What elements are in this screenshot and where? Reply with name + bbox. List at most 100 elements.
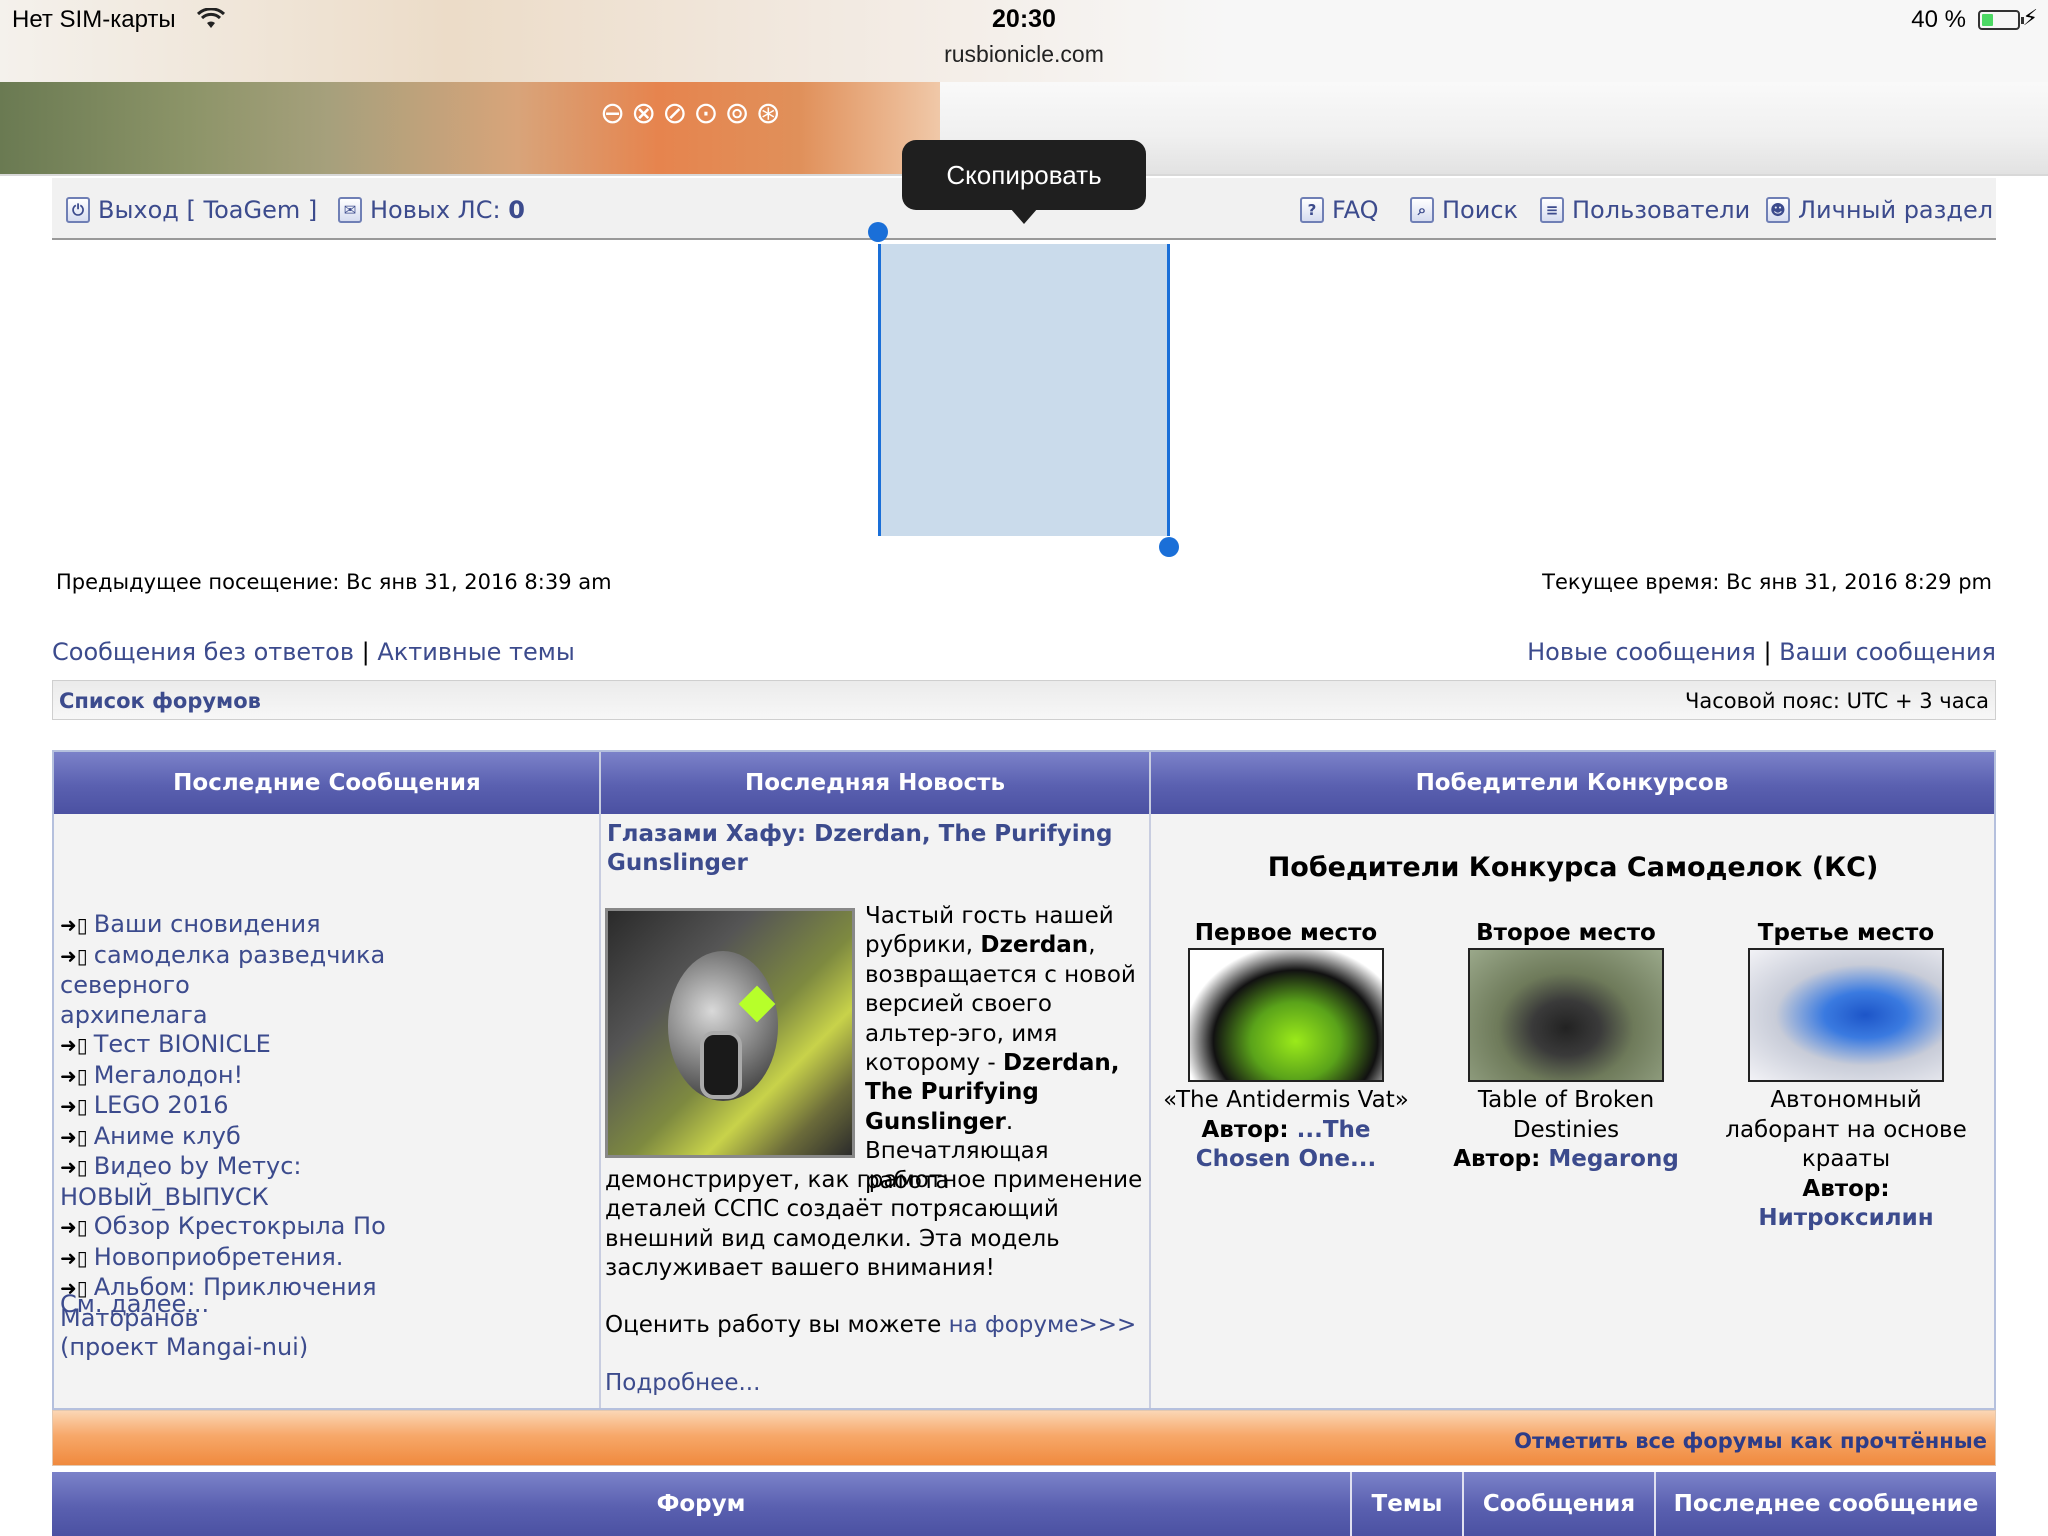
new-pm-count: 0 <box>508 196 525 224</box>
news-title-link[interactable]: Глазами Хафу: Dzerdan, The Purifying Gun… <box>607 820 1137 878</box>
list-item[interactable]: ➜▯ Обзор Крестокрыла По <box>60 1212 510 1243</box>
list-item-continued[interactable]: архипелага <box>60 1001 510 1031</box>
mark-all-read-link[interactable]: Отметить все форумы как прочтённые <box>1514 1429 1987 1453</box>
current-time-text: Текущее время: Вс янв 31, 2016 8:29 pm <box>1542 570 1992 594</box>
ucp-link[interactable]: ☻ Личный раздел <box>1766 196 1993 224</box>
place-author: Автор: ...The Chosen One... <box>1195 1116 1377 1173</box>
new-posts-link[interactable]: Новые сообщения <box>1527 638 1756 666</box>
place-label: Первое место <box>1194 920 1378 946</box>
separator: | <box>361 638 370 666</box>
forum-column-header: Форум <box>52 1472 1352 1536</box>
post-arrow-icon: ➜▯ <box>60 1063 88 1088</box>
unanswered-posts-link[interactable]: Сообщения без ответов <box>52 638 354 666</box>
place-label: Третье место <box>1757 920 1935 946</box>
logout-label: Выход [ ToaGem ] <box>98 196 318 224</box>
posts-column-header: Сообщения <box>1464 1472 1656 1536</box>
search-icon: ⌕ <box>1410 197 1434 223</box>
winners-column: Победители Конкурса Самоделок (КС) Перво… <box>1151 814 1994 1408</box>
post-arrow-icon: ➜▯ <box>60 913 88 937</box>
private-messages-link[interactable]: ✉ Новых ЛС: 0 <box>338 196 525 224</box>
search-links-right: Новые сообщения | Ваши сообщения <box>1527 638 1996 666</box>
tooltip-arrow <box>1010 208 1038 224</box>
search-link[interactable]: ⌕ Поиск <box>1410 196 1518 224</box>
last-post-column-header: Последнее сообщение <box>1656 1472 1996 1536</box>
list-item[interactable]: ➜▯ Ваши сновидения <box>60 910 510 941</box>
read-more-link[interactable]: Подробнее... <box>605 1370 760 1396</box>
recent-posts-column: ➜▯ Ваши сновидения ➜▯ самоделка разведчика… <box>54 814 599 1408</box>
active-topics-link[interactable]: Активные темы <box>377 638 574 666</box>
post-arrow-icon: ➜▯ <box>60 1155 88 1179</box>
ucp-label: Личный раздел <box>1798 196 1994 224</box>
charging-bolt-icon: ⚡ <box>2022 6 2038 31</box>
breadcrumb: Список форумов Часовой пояс: UTC + 3 час… <box>52 680 1996 720</box>
list-item[interactable]: ➜▯ Мегалодон! <box>60 1061 510 1092</box>
forum-index-link[interactable]: Список форумов <box>59 689 261 713</box>
question-icon: ? <box>1300 197 1324 223</box>
second-place-card: Второе место Table of Broken Destinies А… <box>1431 920 1701 1175</box>
third-place-image[interactable] <box>1748 948 1944 1082</box>
list-item[interactable]: ➜▯ Аниме клуб <box>60 1122 510 1153</box>
author-link[interactable]: Megarong <box>1548 1146 1678 1172</box>
text-selection-highlight <box>878 244 1170 536</box>
second-place-image[interactable] <box>1468 948 1664 1082</box>
third-place-card: Третье место Автономный лаборант на осно… <box>1711 920 1981 1234</box>
forum-table-header: Форум Темы Сообщения Последнее сообщение <box>52 1472 1996 1536</box>
post-arrow-icon: ➜▯ <box>60 1215 88 1239</box>
user-icon: ☻ <box>1766 197 1790 223</box>
place-author: Автор: Нитроксилин <box>1758 1175 1934 1232</box>
contest-winners-header: Победители Конкурсов <box>1150 752 1994 814</box>
logout-link[interactable]: ⏻ Выход [ ToaGem ] <box>66 196 317 224</box>
post-arrow-icon: ➜▯ <box>60 943 88 968</box>
news-rate-line: Оценить работу вы можете на форуме>>> <box>605 1312 1137 1338</box>
banner-logo-glyphs-icon: ⊖⊗⊘⊙⊚⊛ <box>600 96 787 131</box>
first-place-image[interactable] <box>1188 948 1384 1082</box>
your-posts-link[interactable]: Ваши сообщения <box>1779 638 1996 666</box>
clock: 20:30 <box>992 5 1056 33</box>
winners-title: Победители Конкурса Самоделок (КС) <box>1267 852 1879 883</box>
search-label: Поиск <box>1442 196 1519 224</box>
selection-start-handle[interactable] <box>868 222 888 242</box>
list-item[interactable]: ➜▯ Видео by Метус: НОВЫЙ_ВЫПУСК <box>60 1152 510 1212</box>
place-label: Второе место <box>1476 920 1656 946</box>
place-author: Автор: Megarong <box>1453 1146 1679 1172</box>
latest-news-header: Последняя Новость <box>600 752 1150 814</box>
address-bar[interactable]: rusbionicle.com <box>0 41 2048 68</box>
members-link[interactable]: ≡ Пользователи <box>1540 196 1750 224</box>
recent-posts-header: Последние Сообщения <box>54 752 600 814</box>
post-arrow-icon: ➜▯ <box>60 1033 88 1057</box>
copy-menu-button[interactable]: Скопировать <box>902 140 1146 210</box>
search-links-left: Сообщения без ответов | Активные темы <box>52 638 575 666</box>
new-pm-label: Новых ЛС: <box>370 196 501 224</box>
author-link[interactable]: Нитроксилин <box>1758 1205 1933 1231</box>
banner-image <box>0 78 940 174</box>
list-item[interactable]: ➜▯ Новоприобретения. <box>60 1243 510 1274</box>
logout-icon: ⏻ <box>66 197 90 223</box>
separator: | <box>1763 638 1772 666</box>
place-caption: «The Antidermis Vat» <box>1163 1087 1409 1113</box>
news-column: Глазами Хафу: Dzerdan, The Purifying Gun… <box>601 814 1149 1408</box>
place-caption: Table of Broken Destinies <box>1477 1087 1655 1143</box>
post-arrow-icon: ➜▯ <box>60 1245 88 1270</box>
members-label: Пользователи <box>1572 196 1751 224</box>
selection-end-handle[interactable] <box>1159 537 1179 557</box>
list-item[interactable]: ➜▯ Тест BIONICLE <box>60 1030 510 1061</box>
faq-label: FAQ <box>1332 196 1379 224</box>
portal-table: Последние Сообщения Последняя Новость По… <box>52 750 1996 1410</box>
see-more-link[interactable]: См. далее... <box>60 1290 209 1318</box>
ios-status-bar: Нет SIM-карты 20:30 rusbionicle.com 40 %… <box>0 0 2048 82</box>
timezone-text: Часовой пояс: UTC + 3 часа <box>1684 689 1989 713</box>
list-item[interactable]: ➜▯ самоделка разведчика северного <box>60 941 510 1001</box>
news-image[interactable] <box>605 908 855 1158</box>
place-caption: Автономный лаборант на основе крааты <box>1725 1087 1967 1172</box>
list-item-continued[interactable]: (проект Mangai-nui) <box>60 1333 510 1363</box>
last-visit-text: Предыдущее посещение: Вс янв 31, 2016 8:… <box>56 570 612 594</box>
forum-link[interactable]: на форуме>>> <box>949 1312 1137 1338</box>
post-arrow-icon: ➜▯ <box>60 1094 88 1118</box>
faq-link[interactable]: ? FAQ <box>1300 196 1379 224</box>
post-arrow-icon: ➜▯ <box>60 1124 88 1149</box>
first-place-card: Первое место «The Antidermis Vat» Автор:… <box>1151 920 1421 1175</box>
topics-column-header: Темы <box>1352 1472 1464 1536</box>
message-icon: ✉ <box>338 197 362 223</box>
list-item[interactable]: ➜▯ LEGO 2016 <box>60 1091 510 1122</box>
battery-percent: 40 % <box>1911 6 1966 33</box>
